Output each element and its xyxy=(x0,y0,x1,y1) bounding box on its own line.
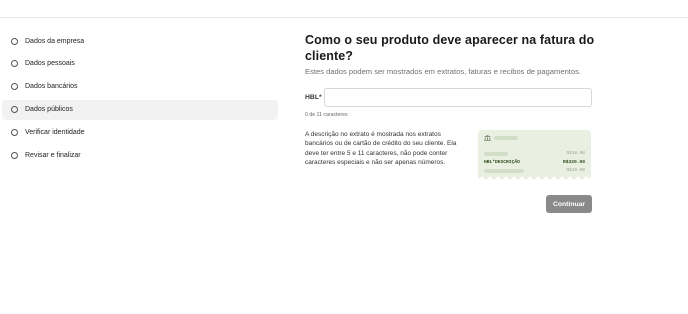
bank-icon xyxy=(484,135,491,141)
step-dados-bancarios[interactable]: Dados bancários xyxy=(2,77,278,97)
descriptor-help-text: A descrição no extrato é mostrada nos ex… xyxy=(305,131,457,167)
character-counter: 0 de 11 caracteres xyxy=(305,112,348,118)
top-bar xyxy=(0,0,688,18)
step-label: Revisar e finalizar xyxy=(25,151,81,159)
receipt-line-bar xyxy=(484,152,508,156)
step-revisar-e-finalizar[interactable]: Revisar e finalizar xyxy=(2,145,278,165)
receipt-amount-highlight: R$320.00 xyxy=(562,160,585,165)
step-dados-da-empresa[interactable]: Dados da empresa xyxy=(2,31,278,51)
receipt-preview: R$10.00 HBL*DESCRIÇÃO R$320.00 R$10.00 xyxy=(478,130,591,180)
statement-descriptor-field: HBL* xyxy=(305,88,592,107)
steps-nav: Dados da empresa Dados pessoais Dados ba… xyxy=(2,31,278,168)
receipt-descriptor: HBL*DESCRIÇÃO xyxy=(484,160,520,165)
step-label: Dados pessoais xyxy=(25,60,75,68)
descriptor-input[interactable] xyxy=(324,88,592,107)
step-label: Dados bancários xyxy=(25,83,78,91)
receipt-amount: R$10.00 xyxy=(566,151,585,156)
receipt-amount: R$10.00 xyxy=(566,168,585,173)
receipt-line-bar xyxy=(484,169,524,173)
step-dados-publicos[interactable]: Dados públicos xyxy=(2,99,278,120)
continue-button[interactable]: Continuar xyxy=(546,195,592,213)
step-label: Verificar identidade xyxy=(25,129,85,137)
step-circle-icon xyxy=(11,106,18,114)
receipt-torn-edge xyxy=(478,176,591,180)
step-label: Dados da empresa xyxy=(25,37,85,45)
step-circle-icon xyxy=(11,83,18,91)
step-circle-icon xyxy=(11,60,18,68)
step-label: Dados públicos xyxy=(25,106,73,114)
descriptor-prefix-label: HBL* xyxy=(305,94,322,101)
step-circle-icon xyxy=(11,151,18,159)
step-dados-pessoais[interactable]: Dados pessoais xyxy=(2,54,278,74)
step-verificar-identidade[interactable]: Verificar identidade xyxy=(2,123,278,143)
step-circle-icon xyxy=(11,37,18,45)
page-subtitle: Estes dados podem ser mostrados em extra… xyxy=(305,67,582,76)
receipt-header-bar xyxy=(494,136,518,140)
step-circle-icon xyxy=(11,129,18,137)
main-header: Como o seu produto deve aparecer na fatu… xyxy=(305,33,595,76)
page-title: Como o seu produto deve aparecer na fatu… xyxy=(305,33,595,63)
